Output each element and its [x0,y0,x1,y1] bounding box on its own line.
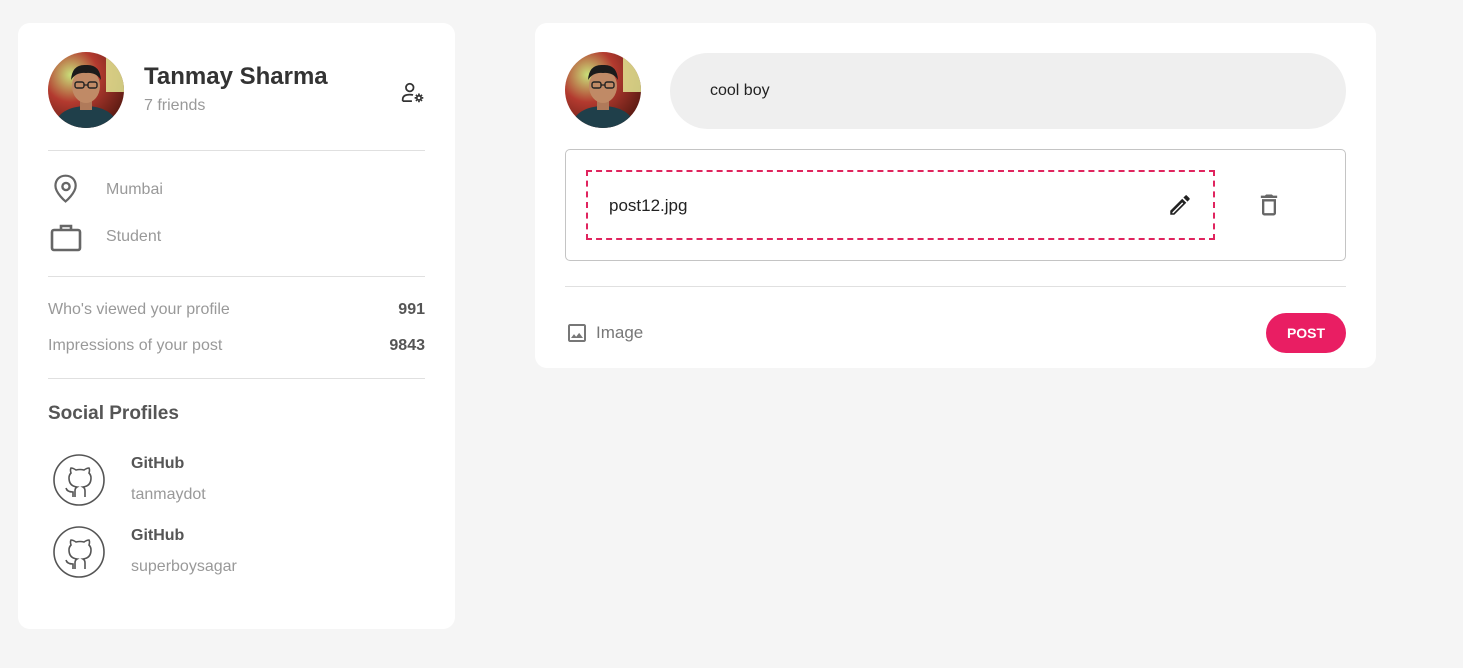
add-image-button[interactable]: Image [565,319,675,347]
divider [48,150,425,151]
social-profile-item[interactable]: GitHub superboysagar [52,525,422,585]
divider [565,286,1346,287]
stat-label: Who's viewed your profile [48,301,230,318]
delete-icon[interactable] [1255,191,1283,219]
add-image-label: Image [596,323,644,342]
stat-profile-views: Who's viewed your profile 991 [48,301,425,323]
stat-value: 9843 [389,337,425,354]
composer-avatar[interactable] [565,52,641,128]
social-platform: GitHub [131,527,185,544]
location-row: Mumbai [48,172,425,208]
post-text-input[interactable] [670,53,1346,129]
edit-icon[interactable] [1167,192,1193,218]
occupation-row: Student [48,219,425,255]
social-platform: GitHub [131,455,185,472]
profile-card: Tanmay Sharma 7 friends Mumbai Student W… [18,23,455,629]
occupation-text: Student [106,228,162,245]
social-profiles-heading: Social Profiles [48,403,179,424]
github-icon [52,525,106,579]
post-button[interactable]: POST [1266,313,1346,353]
avatar-image [565,52,641,128]
briefcase-icon [48,219,84,255]
social-handle: superboysagar [131,558,237,575]
manage-accounts-icon[interactable] [400,80,426,106]
post-composer-card: post12.jpg Image POST [535,23,1376,368]
stat-label: Impressions of your post [48,337,223,354]
divider [48,276,425,277]
divider [48,378,425,379]
location-text: Mumbai [106,181,163,198]
social-profile-item[interactable]: GitHub tanmaydot [52,453,422,513]
github-icon [52,453,106,507]
attachment-file-name: post12.jpg [609,196,688,215]
attachment-box: post12.jpg [565,149,1346,261]
avatar-image [48,52,124,128]
attachment-dropzone[interactable]: post12.jpg [586,170,1215,240]
stat-post-impressions: Impressions of your post 9843 [48,337,425,359]
profile-avatar[interactable] [48,52,124,128]
friends-count: 7 friends [144,97,206,114]
profile-name: Tanmay Sharma [144,63,328,90]
stat-value: 991 [398,301,425,318]
image-icon [565,321,589,345]
location-pin-icon [48,172,84,208]
social-handle: tanmaydot [131,486,206,503]
